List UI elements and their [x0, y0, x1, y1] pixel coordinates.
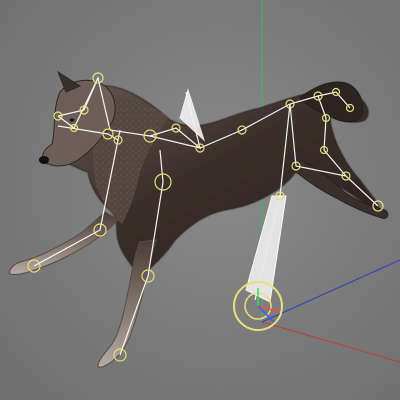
viewport-canvas[interactable]	[0, 0, 400, 400]
axis-x-line	[261, 321, 400, 363]
3d-viewport[interactable]	[0, 0, 400, 400]
wolf-eye	[69, 118, 75, 122]
axis-z-line	[261, 259, 400, 323]
selected-bone[interactable]	[245, 195, 287, 303]
wolf-model[interactable]	[9, 70, 389, 368]
selection-gizmo[interactable]	[233, 281, 283, 331]
wolf-nose	[39, 156, 49, 164]
